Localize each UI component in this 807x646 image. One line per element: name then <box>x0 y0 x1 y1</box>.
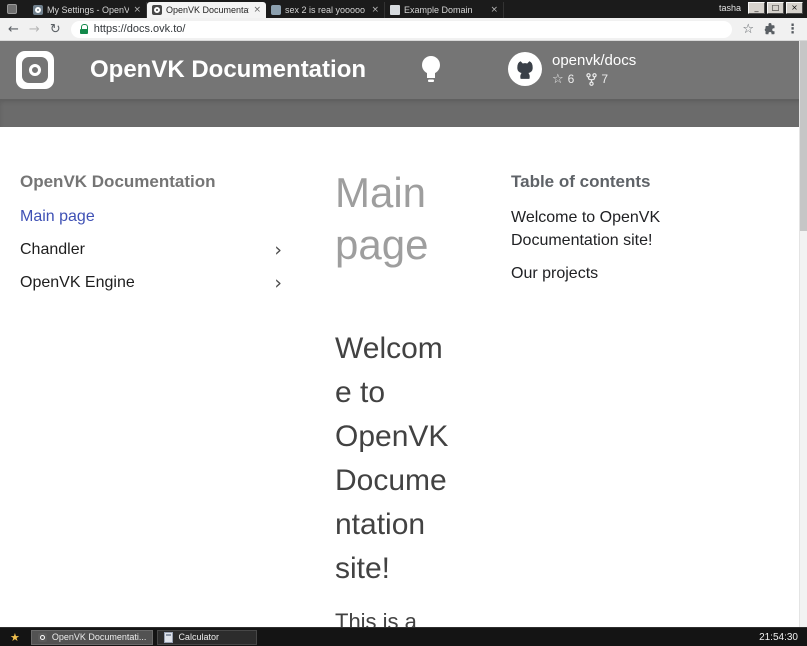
forward-icon[interactable]: → <box>29 23 40 36</box>
github-icon <box>508 52 542 86</box>
calculator-app-icon <box>164 632 173 643</box>
tab-title: OpenVK Documentation <box>166 5 249 15</box>
github-repo-name: openvk/docs <box>552 52 636 69</box>
address-bar[interactable]: https://docs.ovk.to/ <box>71 21 733 38</box>
toc-item-projects[interactable]: Our projects <box>511 262 683 285</box>
tab-close-icon[interactable]: × <box>371 5 379 15</box>
sidebar-item-label: Main page <box>20 208 95 226</box>
openvk-logo-icon[interactable] <box>16 51 54 89</box>
browser-toolbar: ← → ↻ https://docs.ovk.to/ ☆ ⋮ <box>0 18 807 41</box>
page-title: Main page <box>335 167 453 271</box>
close-button[interactable]: × <box>786 2 803 14</box>
page-favicon-icon <box>390 5 400 15</box>
taskbar-button-label: OpenVK Documentati... <box>52 632 147 642</box>
openvk-favicon-icon <box>152 5 162 15</box>
openvk-favicon-icon <box>33 5 43 15</box>
taskbar-button-label: Calculator <box>178 632 219 642</box>
minimize-button[interactable]: _ <box>748 2 765 14</box>
bookmark-star-icon[interactable]: ☆ <box>742 23 754 36</box>
tab-title: Example Domain <box>404 5 486 15</box>
maximize-button[interactable]: □ <box>767 2 784 14</box>
tab-close-icon[interactable]: × <box>253 5 261 15</box>
scrollbar-thumb[interactable] <box>800 41 807 231</box>
sidebar: OpenVK Documentation Main page Chandler … <box>20 172 282 299</box>
lock-icon <box>80 24 88 34</box>
chevron-right-icon: › <box>274 272 282 294</box>
browser-tab[interactable]: Example Domain × <box>385 2 504 18</box>
taskbar-button-openvk[interactable]: OpenVK Documentati... <box>31 630 154 645</box>
sidebar-heading: OpenVK Documentation <box>20 172 282 192</box>
tab-title: My Settings - OpenVK <box>47 5 129 15</box>
browser-tab[interactable]: sex 2 is real yooooo × <box>266 2 385 18</box>
fork-icon <box>586 73 597 86</box>
article: Main page Welcome to OpenVK Documentatio… <box>335 167 453 627</box>
back-icon[interactable]: ← <box>8 23 19 36</box>
site-title: OpenVK Documentation <box>90 56 366 84</box>
taskbar-clock[interactable]: 21:54:30 <box>759 632 798 643</box>
taskbar: ★ OpenVK Documentati... Calculator 21:54… <box>0 627 807 646</box>
star-count-icon: ☆ <box>552 73 564 86</box>
tab-close-icon[interactable]: × <box>133 5 141 15</box>
star-count: 6 <box>568 72 575 86</box>
desktop: My Settings - OpenVK × OpenVK Documentat… <box>0 0 807 646</box>
url-text[interactable]: https://docs.ovk.to/ <box>94 23 186 35</box>
titlebar: My Settings - OpenVK × OpenVK Documentat… <box>0 0 807 18</box>
github-stats: ☆ 6 7 <box>552 72 636 86</box>
table-of-contents: Table of contents Welcome to OpenVK Docu… <box>511 172 683 295</box>
window-icon <box>7 4 17 14</box>
refresh-icon[interactable]: ↻ <box>50 23 61 36</box>
header-substrip <box>0 99 807 127</box>
vertical-scrollbar[interactable] <box>799 41 807 627</box>
tab-strip: My Settings - OpenVK × OpenVK Documentat… <box>28 2 504 18</box>
chevron-right-icon: › <box>274 239 282 261</box>
fork-count: 7 <box>601 72 608 86</box>
sidebar-item-main-page[interactable]: Main page <box>20 200 282 233</box>
openvk-app-icon <box>38 633 47 642</box>
sidebar-item-label: OpenVK Engine <box>20 274 135 292</box>
github-repo-link[interactable]: openvk/docs ☆ 6 <box>508 52 636 86</box>
welcome-heading: Welcome to OpenVK Documentation site! <box>335 327 453 591</box>
browser-tab-active[interactable]: OpenVK Documentation × <box>147 2 266 18</box>
window-controls: _ □ × <box>748 2 803 14</box>
lightbulb-icon[interactable] <box>419 54 443 91</box>
toc-heading: Table of contents <box>511 172 683 192</box>
favorites-star-icon[interactable]: ★ <box>10 632 20 643</box>
site-header: OpenVK Documentation openvk/docs <box>0 41 807 99</box>
sidebar-item-label: Chandler <box>20 241 85 259</box>
taskbar-button-calculator[interactable]: Calculator <box>157 630 257 645</box>
toc-item-welcome[interactable]: Welcome to OpenVK Documentation site! <box>511 206 683 252</box>
page-content: OpenVK Documentation openvk/docs <box>0 41 807 627</box>
page-favicon-icon <box>271 5 281 15</box>
browser-tab[interactable]: My Settings - OpenVK × <box>28 2 147 18</box>
tab-title: sex 2 is real yooooo <box>285 5 367 15</box>
menu-dots-icon[interactable]: ⋮ <box>786 21 799 37</box>
sidebar-item-chandler[interactable]: Chandler › <box>20 233 282 266</box>
sidebar-item-openvk-engine[interactable]: OpenVK Engine › <box>20 266 282 299</box>
intro-paragraph: This is a site <box>335 607 453 627</box>
profile-name[interactable]: tasha <box>719 3 741 13</box>
tab-close-icon[interactable]: × <box>490 5 498 15</box>
extension-puzzle-icon[interactable] <box>764 23 776 35</box>
